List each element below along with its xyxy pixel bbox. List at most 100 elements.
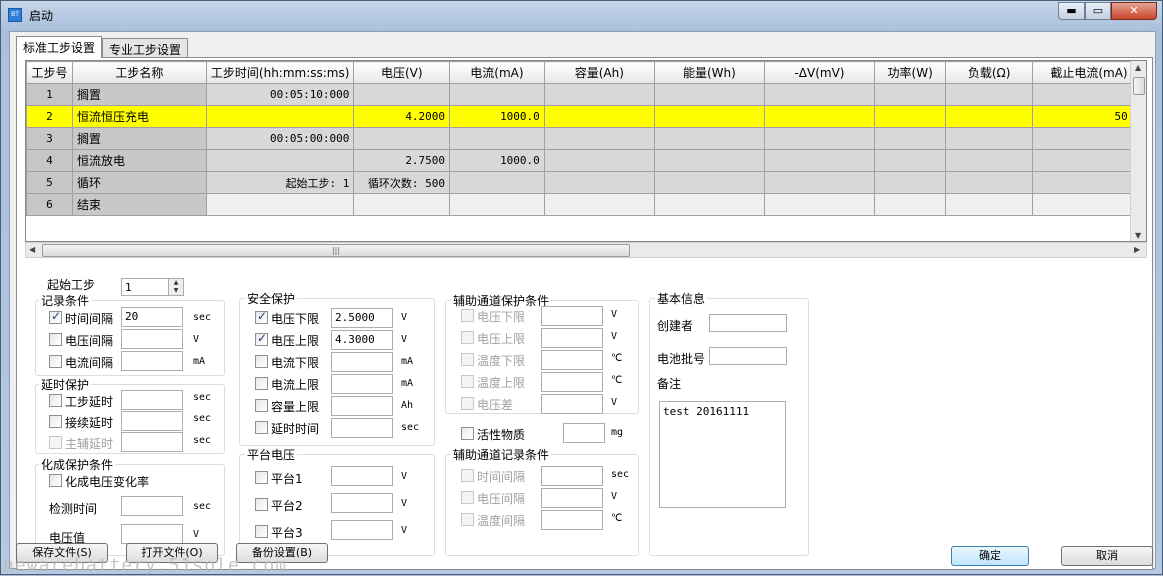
detect-time-input[interactable] [121,496,183,516]
minimize-button[interactable]: ▬ [1058,2,1085,20]
aux-record-checkbox[interactable] [461,513,474,526]
step-cell[interactable] [763,127,875,150]
record-voltage-checkbox[interactable] [49,333,62,346]
grid-horizontal-scrollbar[interactable]: ◀ ||| ▶ [25,242,1147,258]
aux-protect-input[interactable] [541,350,603,370]
creator-input[interactable] [709,314,787,332]
plateau-input[interactable] [331,466,393,486]
step-cell[interactable] [653,127,765,150]
aux-protect-checkbox[interactable] [461,375,474,388]
step-grid[interactable]: 工步号 工步名称 工步时间(hh:mm:ss:ms) 电压(V) 电流(mA) 容量(Ah… [25,60,1147,242]
step-cell[interactable] [543,127,655,150]
plateau-checkbox[interactable] [255,471,268,484]
step-cell[interactable]: 结束 [71,193,207,216]
aux-protect-checkbox[interactable] [461,331,474,344]
spin-up-icon[interactable]: ▲ [169,279,183,287]
step-cell[interactable]: 恒流放电 [71,149,207,172]
step-cell[interactable]: 起始工步: 1 [205,171,355,194]
step-cell[interactable] [353,193,451,216]
aux-record-input[interactable] [541,466,603,486]
step-cell[interactable] [763,193,875,216]
step-cell[interactable]: 循环 [71,171,207,194]
voltage-value-input[interactable] [121,524,183,544]
step-cell[interactable] [449,193,545,216]
column-header[interactable]: 负载(Ω) [945,61,1033,84]
step-cell[interactable] [205,149,355,172]
safety-input[interactable] [331,352,393,372]
step-cell[interactable]: 00:05:00:000 [205,127,355,150]
step-row[interactable]: 3 搁置 00:05:00:000 [26,127,1146,150]
aux-protect-input[interactable] [541,372,603,392]
step-cell[interactable] [653,149,765,172]
step-cell[interactable] [653,105,765,128]
step-cell[interactable] [945,127,1033,150]
safety-input[interactable] [331,374,393,394]
scroll-left-arrow-icon[interactable]: ◀ [29,245,35,254]
aux-record-input[interactable] [541,510,603,530]
safety-checkbox[interactable] [255,309,268,324]
close-button[interactable]: ✕ [1111,2,1157,20]
step-cell[interactable] [763,105,875,128]
step-cell[interactable] [653,171,765,194]
formation-voltage-rate-checkbox[interactable] [49,474,62,487]
step-cell[interactable] [543,149,655,172]
active-material-input[interactable] [563,423,605,443]
scroll-up-arrow-icon[interactable]: ▲ [1135,63,1141,72]
step-cell[interactable] [873,171,947,194]
column-header[interactable]: 能量(Wh) [653,61,765,84]
aux-protect-input[interactable] [541,394,603,414]
step-cell[interactable]: 恒流恒压充电 [71,105,207,128]
column-header[interactable]: 功率(W) [873,61,947,84]
step-cell[interactable]: 2 [26,105,73,128]
step-cell[interactable]: 50.0 [1031,105,1146,128]
step-cell[interactable]: 循环次数: 500 [353,171,451,194]
note-textarea[interactable]: test 20161111 [659,401,786,508]
plateau-checkbox[interactable] [255,525,268,538]
scroll-right-arrow-icon[interactable]: ▶ [1134,245,1140,254]
column-header[interactable]: 电压(V) [353,61,451,84]
step-cell[interactable] [873,149,947,172]
step-cell[interactable]: 搁置 [71,83,207,106]
column-header[interactable]: 工步号 [26,61,73,84]
step-cell[interactable] [449,127,545,150]
step-cell[interactable] [653,83,765,106]
plateau-input[interactable] [331,520,393,540]
step-cell[interactable] [1031,83,1146,106]
tab-professional-steps[interactable]: 专业工步设置 [102,38,189,58]
aux-protect-input[interactable] [541,306,603,326]
step-cell[interactable]: 3 [26,127,73,150]
tab-standard-steps[interactable]: 标准工步设置 [16,36,103,58]
step-cell[interactable]: 1000.0 [449,149,545,172]
step-cell[interactable] [205,193,355,216]
step-cell[interactable] [353,83,451,106]
step-cell[interactable] [653,193,765,216]
active-material-checkbox[interactable] [461,427,474,440]
step-row[interactable]: 1 搁置 00:05:10:000 [26,83,1146,106]
step-cell[interactable] [1031,127,1146,150]
aux-protect-checkbox[interactable] [461,397,474,410]
step-cell[interactable] [873,127,947,150]
spin-down-icon[interactable]: ▼ [169,287,183,295]
step-cell[interactable] [945,105,1033,128]
step-cell[interactable] [543,171,655,194]
step-cell[interactable] [945,193,1033,216]
column-header[interactable]: -ΔV(mV) [763,61,875,84]
grid-vertical-scrollbar[interactable]: ▲ ▼ [1130,61,1146,241]
step-cell[interactable] [945,149,1033,172]
start-step-input[interactable]: 1 [121,278,169,296]
step-cell[interactable]: 4.2000 [353,105,451,128]
battery-batch-input[interactable] [709,347,787,365]
grid-vertical-scroll-thumb[interactable] [1133,77,1145,95]
record-voltage-input[interactable] [121,329,183,349]
step-cell[interactable]: 5 [26,171,73,194]
safety-checkbox[interactable] [255,377,268,390]
step-row[interactable]: 5 循环 起始工步: 1 循环次数: 500 [26,171,1146,194]
step-cell[interactable]: 6 [26,193,73,216]
main-aux-delay-input[interactable] [121,432,183,452]
step-delay-checkbox[interactable] [49,394,62,407]
column-header[interactable]: 容量(Ah) [543,61,655,84]
step-cell[interactable] [543,105,655,128]
step-cell[interactable] [945,83,1033,106]
step-cell[interactable]: 4 [26,149,73,172]
step-cell[interactable] [353,127,451,150]
